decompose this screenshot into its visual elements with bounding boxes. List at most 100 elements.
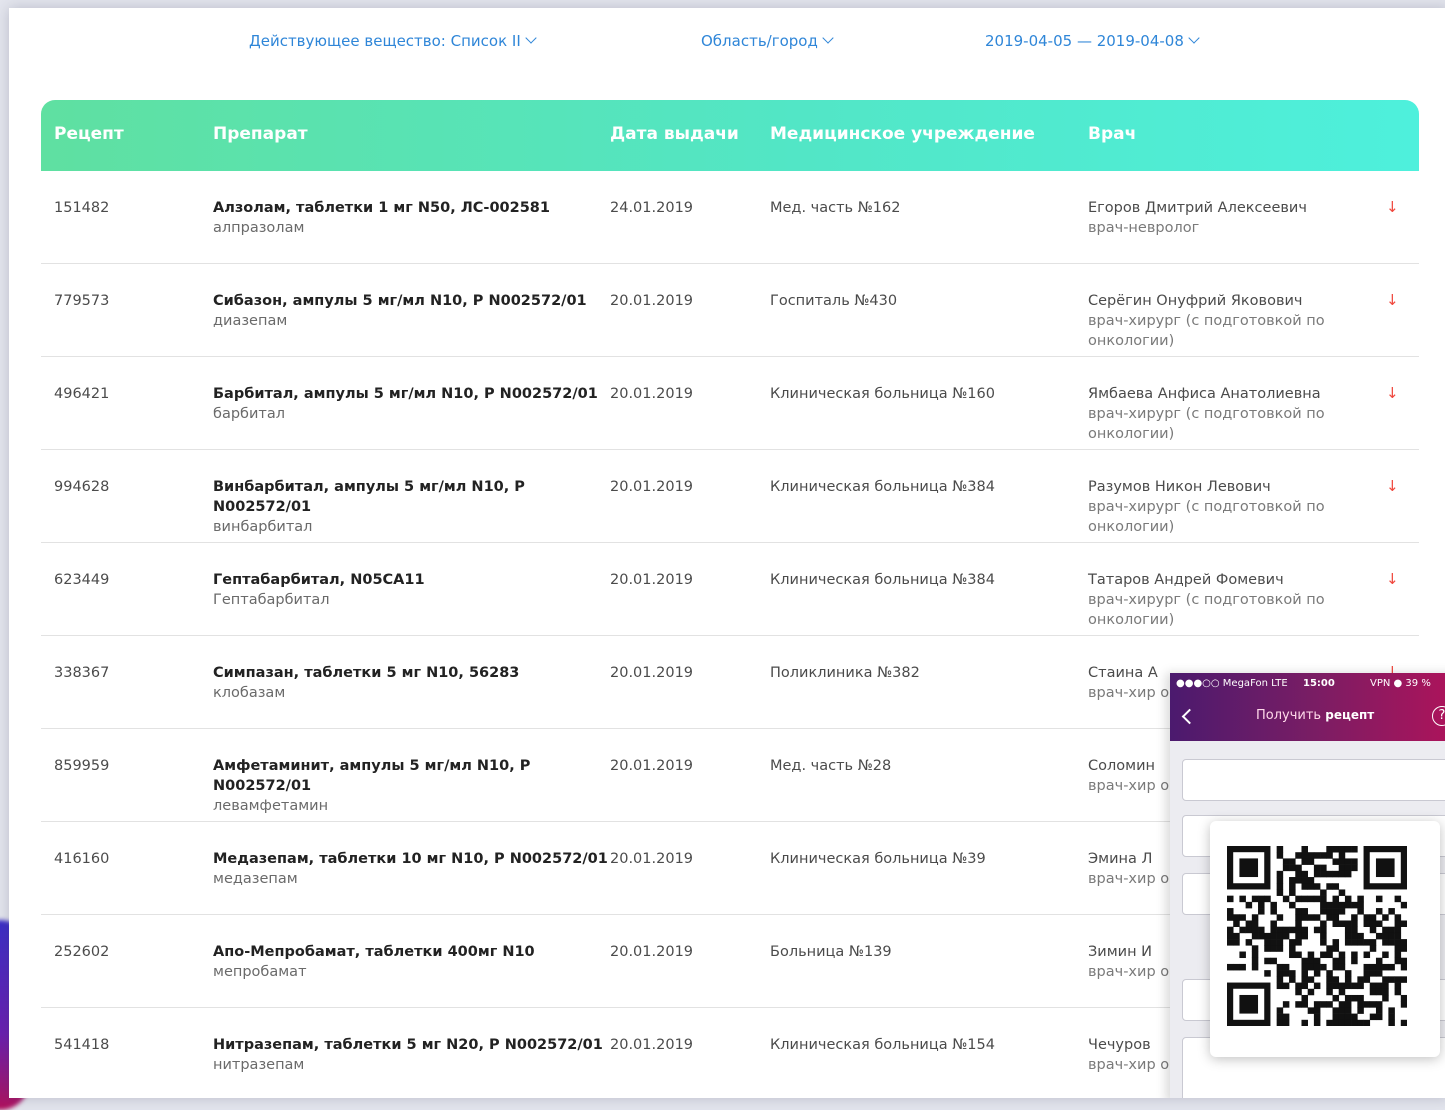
drug-substance: Гептабарбитал [213, 592, 330, 608]
table-row[interactable]: 994628 Винбарбитал, ампулы 5 мг/мл N10, Р… [41, 450, 1419, 543]
qr-module [1332, 957, 1340, 965]
column-prescription[interactable]: Рецепт [54, 124, 124, 144]
prescription-id: 541418 [54, 1037, 110, 1053]
qr-module [1388, 1019, 1395, 1026]
qr-module [1400, 920, 1407, 927]
qr-module [1276, 852, 1284, 859]
qr-module [1251, 920, 1259, 927]
qr-module [1227, 932, 1234, 940]
qr-module [1320, 895, 1327, 903]
qr-module [1320, 951, 1327, 959]
table-row[interactable]: 496421 Барбитал, ампулы 5 мг/мл N10, Р N0… [41, 357, 1419, 450]
phone-status-bar: ●●●○○ MegaFon LTE 15:00 VPN ● 39 % [1170, 673, 1445, 697]
qr-module [1351, 957, 1358, 965]
download-arrow-icon[interactable]: ↓ [1386, 198, 1399, 216]
qr-module [1320, 920, 1327, 927]
column-drug[interactable]: Препарат [213, 124, 308, 144]
column-doctor[interactable]: Врач [1088, 124, 1136, 144]
qr-module [1251, 932, 1259, 940]
qr-module [1313, 1019, 1321, 1026]
qr-module [1375, 988, 1383, 996]
qr-module [1369, 963, 1377, 971]
qr-module [1382, 963, 1389, 971]
qr-module [1264, 895, 1271, 903]
qr-module [1351, 926, 1358, 934]
qr-module [1357, 932, 1364, 940]
drug-substance: клобазам [213, 685, 286, 701]
qr-module [1282, 895, 1290, 903]
chevron-down-icon [1188, 32, 1200, 44]
qr-module [1326, 846, 1333, 853]
institution-name: Клиническая больница №154 [770, 1037, 995, 1053]
phone-input-field[interactable] [1182, 759, 1445, 801]
qr-module [1301, 908, 1308, 915]
qr-module [1363, 976, 1371, 983]
qr-module [1344, 920, 1352, 927]
qr-module [1276, 945, 1284, 952]
qr-module [1295, 877, 1302, 884]
qr-module [1282, 864, 1290, 872]
doctor-name: Татаров Андрей Фомевич [1088, 572, 1284, 588]
drug-substance: алпразолам [213, 220, 305, 236]
qr-module [1344, 939, 1352, 946]
qr-module [1326, 982, 1333, 990]
qr-module [1276, 914, 1284, 921]
qr-module [1357, 982, 1364, 990]
qr-module [1382, 976, 1389, 983]
qr-module [1264, 957, 1271, 965]
qr-module [1258, 926, 1265, 934]
qr-module [1394, 939, 1402, 946]
download-arrow-icon[interactable]: ↓ [1386, 384, 1399, 402]
qr-module [1344, 976, 1352, 983]
qr-module [1326, 951, 1333, 959]
qr-module [1332, 858, 1340, 865]
qr-module [1351, 864, 1358, 872]
qr-module [1332, 1019, 1340, 1026]
prescriptions-panel: Действующее вещество: Список II Область/… [9, 8, 1445, 1098]
column-institution[interactable]: Медицинское учреждение [770, 124, 1035, 144]
doctor-cell: Серёгин Онуфрий Яковович врач-хирург (с п… [1088, 291, 1353, 351]
qr-module [1289, 970, 1296, 977]
table-row[interactable]: 779573 Сибазон, ампулы 5 мг/мл N10, Р N00… [41, 264, 1419, 357]
qr-module [1295, 926, 1302, 934]
qr-module [1351, 994, 1358, 1002]
download-arrow-icon[interactable]: ↓ [1386, 477, 1399, 495]
qr-module [1332, 914, 1340, 921]
qr-module [1227, 939, 1234, 946]
qr-module [1320, 926, 1327, 934]
qr-module [1233, 939, 1240, 946]
qr-module [1338, 858, 1346, 865]
qr-module [1233, 914, 1240, 921]
qr-module [1276, 963, 1284, 971]
qr-module [1344, 982, 1352, 990]
region-filter[interactable]: Область/город [701, 32, 834, 50]
institution-name: Мед. часть №28 [770, 758, 892, 774]
download-arrow-icon[interactable]: ↓ [1386, 570, 1399, 588]
qr-module [1282, 963, 1290, 971]
qr-module [1295, 908, 1302, 915]
qr-module [1251, 945, 1259, 952]
table-row[interactable]: 623449 Гептабарбитал, N05CA11 Гептабарбита… [41, 543, 1419, 636]
qr-module [1332, 994, 1340, 1002]
qr-module [1289, 883, 1296, 890]
table-row[interactable]: 151482 Алзолам, таблетки 1 мг N50, ЛС-002… [41, 171, 1419, 264]
back-icon[interactable] [1181, 708, 1198, 725]
date-range-filter[interactable]: 2019-04-05 — 2019-04-08 [985, 32, 1200, 50]
qr-module [1270, 908, 1277, 915]
help-icon[interactable]: ? [1432, 706, 1445, 726]
qr-module [1276, 939, 1284, 946]
qr-module [1282, 970, 1290, 977]
qr-module [1382, 988, 1389, 996]
download-arrow-icon[interactable]: ↓ [1386, 291, 1399, 309]
qr-module [1289, 889, 1296, 896]
qr-module [1382, 994, 1389, 1002]
column-issue-date[interactable]: Дата выдачи [610, 124, 739, 144]
issue-date: 20.01.2019 [610, 1037, 694, 1053]
qr-module [1382, 914, 1389, 921]
qr-module [1338, 957, 1346, 965]
qr-module [1375, 920, 1383, 927]
institution-name: Клиническая больница №160 [770, 386, 995, 402]
qr-module [1332, 901, 1340, 909]
substance-filter[interactable]: Действующее вещество: Список II [249, 32, 537, 50]
issue-date: 24.01.2019 [610, 200, 694, 216]
